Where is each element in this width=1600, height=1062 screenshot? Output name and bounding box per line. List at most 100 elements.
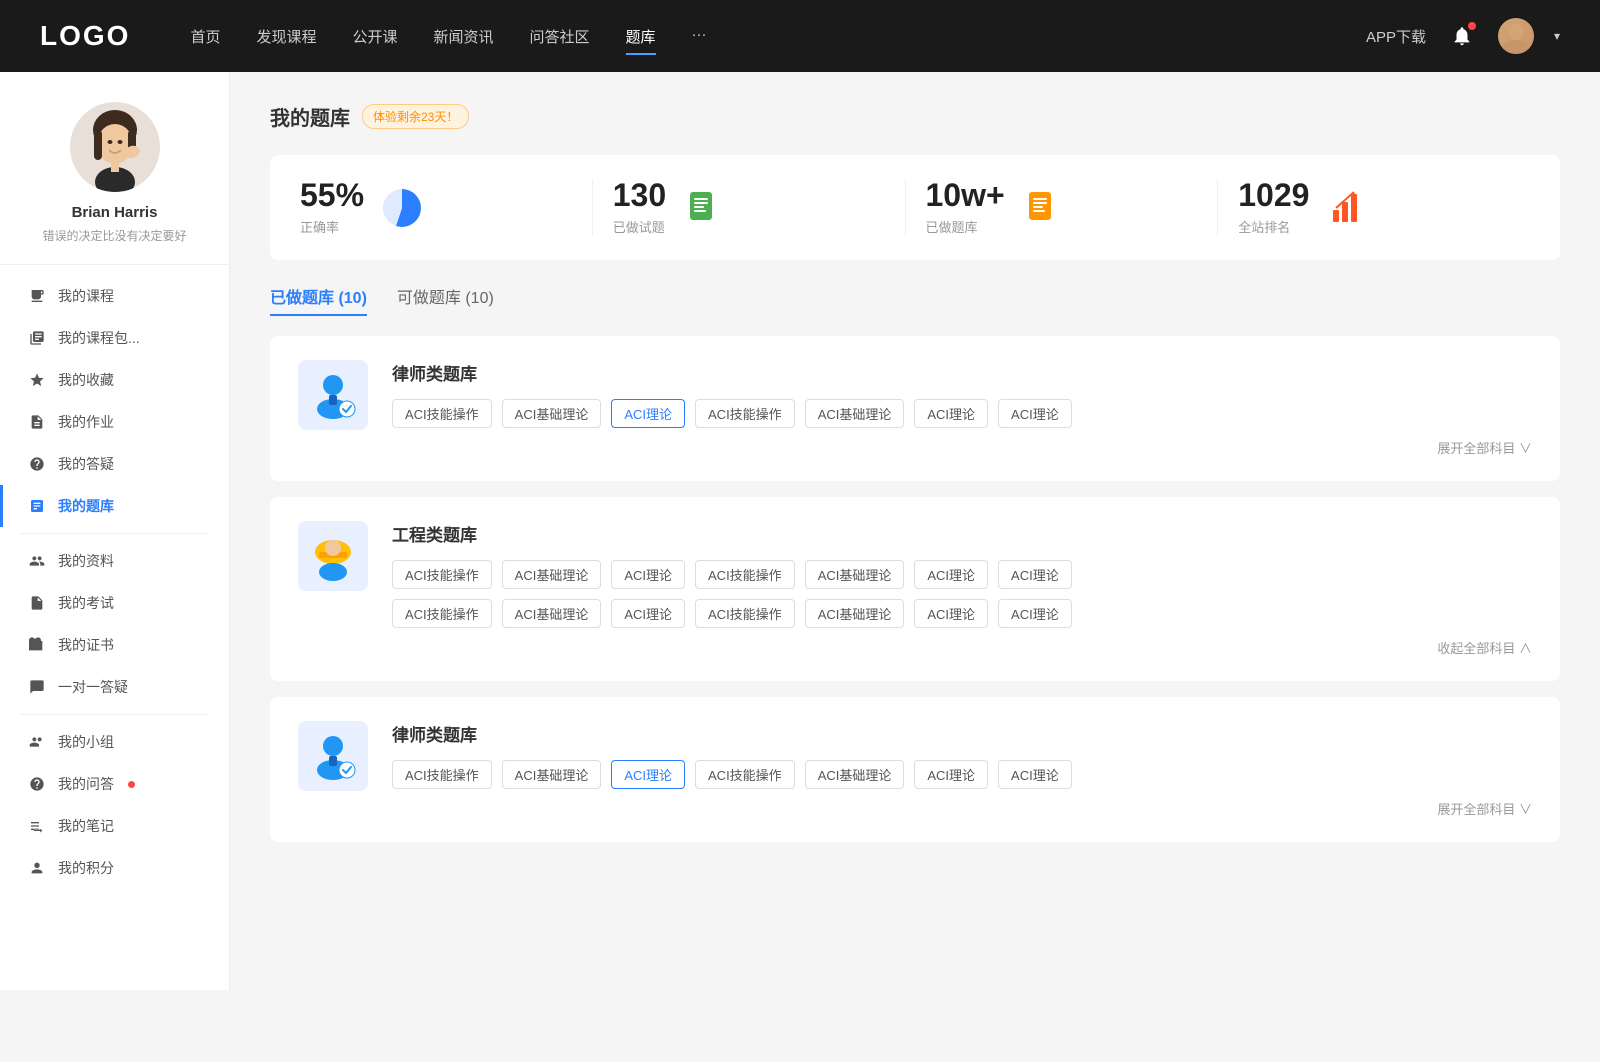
tag-item-active[interactable]: ACI理论 xyxy=(611,760,685,789)
tag-item[interactable]: ACI技能操作 xyxy=(392,560,492,589)
sidebar-item-myqa[interactable]: 我的问答 xyxy=(0,763,229,805)
stat-label-correctness: 正确率 xyxy=(300,217,364,236)
tag-item[interactable]: ACI理论 xyxy=(914,560,988,589)
star-icon xyxy=(28,371,46,389)
bell-badge xyxy=(1468,22,1476,30)
sidebar-label: 我的收藏 xyxy=(58,370,114,390)
nav-discover[interactable]: 发现课程 xyxy=(256,22,316,51)
tag-item[interactable]: ACI基础理论 xyxy=(502,399,602,428)
sidebar-item-exam[interactable]: 我的考试 xyxy=(0,582,229,624)
tag-item[interactable]: ACI技能操作 xyxy=(392,599,492,628)
sidebar-item-points[interactable]: 我的积分 xyxy=(0,847,229,889)
qbank-tags-row1-2: ACI技能操作 ACI基础理论 ACI理论 ACI技能操作 ACI基础理论 AC… xyxy=(392,560,1532,589)
stat-done-banks: 10w+ 已做题库 xyxy=(906,179,1219,236)
qbank-content-1: 律师类题库 ACI技能操作 ACI基础理论 ACI理论 ACI技能操作 ACI基… xyxy=(392,360,1532,457)
sidebar-label: 一对一答疑 xyxy=(58,677,128,697)
tag-item[interactable]: ACI理论 xyxy=(914,399,988,428)
sidebar-label: 我的考试 xyxy=(58,593,114,613)
sidebar-item-course-pkg[interactable]: 我的课程包... xyxy=(0,317,229,359)
qbank-tags-3: ACI技能操作 ACI基础理论 ACI理论 ACI技能操作 ACI基础理论 AC… xyxy=(392,760,1532,789)
chevron-down-icon[interactable]: ▾ xyxy=(1554,29,1560,43)
sidebar-item-notes[interactable]: 我的笔记 xyxy=(0,805,229,847)
tag-item[interactable]: ACI理论 xyxy=(611,599,685,628)
sidebar-label: 我的题库 xyxy=(58,496,114,516)
expand-button-3[interactable]: 展开全部科目 ∨ xyxy=(1437,799,1532,818)
tag-item[interactable]: ACI基础理论 xyxy=(805,599,905,628)
sidebar-label: 我的积分 xyxy=(58,858,114,878)
stat-label-done: 已做试题 xyxy=(613,217,666,236)
sidebar-item-1on1[interactable]: 一对一答疑 xyxy=(0,666,229,708)
avatar[interactable] xyxy=(1498,18,1534,54)
stat-ranking: 1029 全站排名 xyxy=(1218,179,1530,236)
pie-chart-icon xyxy=(380,186,424,230)
tag-item[interactable]: ACI理论 xyxy=(998,399,1072,428)
nav-news[interactable]: 新闻资讯 xyxy=(434,22,494,51)
nav-menu: 首页 发现课程 公开课 新闻资讯 问答社区 题库 ··· xyxy=(190,22,1326,51)
stat-label-banks: 已做题库 xyxy=(926,217,1005,236)
tag-item[interactable]: ACI技能操作 xyxy=(392,760,492,789)
qbank-lawyer-2: 律师类题库 ACI技能操作 ACI基础理论 ACI理论 ACI技能操作 ACI基… xyxy=(270,697,1560,842)
notification-bell[interactable] xyxy=(1446,20,1478,52)
sidebar-label: 我的问答 xyxy=(58,774,114,794)
exam-icon xyxy=(28,594,46,612)
tab-available[interactable]: 可做题库 (10) xyxy=(397,284,494,316)
sidebar-label: 我的答疑 xyxy=(58,454,114,474)
doc-green-icon xyxy=(682,186,726,230)
sidebar-label: 我的资料 xyxy=(58,551,114,571)
stat-value-banks: 10w+ xyxy=(926,179,1005,211)
profile-motto: 错误的决定比没有决定要好 xyxy=(42,227,186,244)
tag-item[interactable]: ACI技能操作 xyxy=(695,760,795,789)
nav-opencourse[interactable]: 公开课 xyxy=(352,22,397,51)
qbank-engineer-inner: 工程类题库 ACI技能操作 ACI基础理论 ACI理论 ACI技能操作 ACI基… xyxy=(298,521,1532,657)
tag-item[interactable]: ACI基础理论 xyxy=(805,399,905,428)
tag-item[interactable]: ACI技能操作 xyxy=(695,560,795,589)
tag-item[interactable]: ACI理论 xyxy=(998,599,1072,628)
tag-item[interactable]: ACI技能操作 xyxy=(695,399,795,428)
stat-label-rank: 全站排名 xyxy=(1238,217,1309,236)
engineer-icon xyxy=(298,521,368,591)
tag-item[interactable]: ACI基础理论 xyxy=(805,560,905,589)
tag-item-active[interactable]: ACI理论 xyxy=(611,399,685,428)
tag-item[interactable]: ACI基础理论 xyxy=(502,599,602,628)
sidebar-item-homework[interactable]: 我的作业 xyxy=(0,401,229,443)
expand-row-2: 收起全部科目 ∧ xyxy=(392,638,1532,657)
sidebar-divider xyxy=(20,533,209,534)
qbank-content-2: 工程类题库 ACI技能操作 ACI基础理论 ACI理论 ACI技能操作 ACI基… xyxy=(392,521,1532,657)
notes-icon xyxy=(28,817,46,835)
tag-item[interactable]: ACI基础理论 xyxy=(502,560,602,589)
qbank-lawyer-1: 律师类题库 ACI技能操作 ACI基础理论 ACI理论 ACI技能操作 ACI基… xyxy=(270,336,1560,481)
tag-item[interactable]: ACI基础理论 xyxy=(805,760,905,789)
tag-item[interactable]: ACI理论 xyxy=(914,599,988,628)
collapse-button-2[interactable]: 收起全部科目 ∧ xyxy=(1437,638,1532,657)
nav-more[interactable]: ··· xyxy=(692,22,707,51)
tag-item[interactable]: ACI基础理论 xyxy=(502,760,602,789)
tag-item[interactable]: ACI理论 xyxy=(998,560,1072,589)
app-download-button[interactable]: APP下载 xyxy=(1366,26,1426,47)
navbar-right: APP下载 ▾ xyxy=(1366,18,1560,54)
expand-button-1[interactable]: 展开全部科目 ∨ xyxy=(1437,438,1532,457)
nav-qa[interactable]: 问答社区 xyxy=(530,22,590,51)
tag-item[interactable]: ACI技能操作 xyxy=(695,599,795,628)
sidebar-item-certificate[interactable]: 我的证书 xyxy=(0,624,229,666)
sidebar-label: 我的证书 xyxy=(58,635,114,655)
tag-item[interactable]: ACI理论 xyxy=(998,760,1072,789)
sidebar-item-qa[interactable]: 我的答疑 xyxy=(0,443,229,485)
sidebar-item-courses[interactable]: 我的课程 xyxy=(0,275,229,317)
sidebar-item-groups[interactable]: 我的小组 xyxy=(0,721,229,763)
sidebar-label: 我的小组 xyxy=(58,732,114,752)
sidebar-item-qbank[interactable]: 我的题库 xyxy=(0,485,229,527)
nav-home[interactable]: 首页 xyxy=(190,22,220,51)
tag-item[interactable]: ACI理论 xyxy=(611,560,685,589)
sidebar-item-favorites[interactable]: 我的收藏 xyxy=(0,359,229,401)
stat-correctness: 55% 正确率 xyxy=(300,179,593,236)
logo[interactable]: LOGO xyxy=(40,20,130,52)
tag-item[interactable]: ACI技能操作 xyxy=(392,399,492,428)
tab-done[interactable]: 已做题库 (10) xyxy=(270,284,367,316)
qbank-title-3: 律师类题库 xyxy=(392,721,1532,746)
stat-value-correctness: 55% xyxy=(300,179,364,211)
profile-avatar[interactable] xyxy=(70,102,160,192)
sidebar-item-profile[interactable]: 我的资料 xyxy=(0,540,229,582)
nav-qbank[interactable]: 题库 xyxy=(626,22,656,51)
tag-item[interactable]: ACI理论 xyxy=(914,760,988,789)
groups-icon xyxy=(28,733,46,751)
